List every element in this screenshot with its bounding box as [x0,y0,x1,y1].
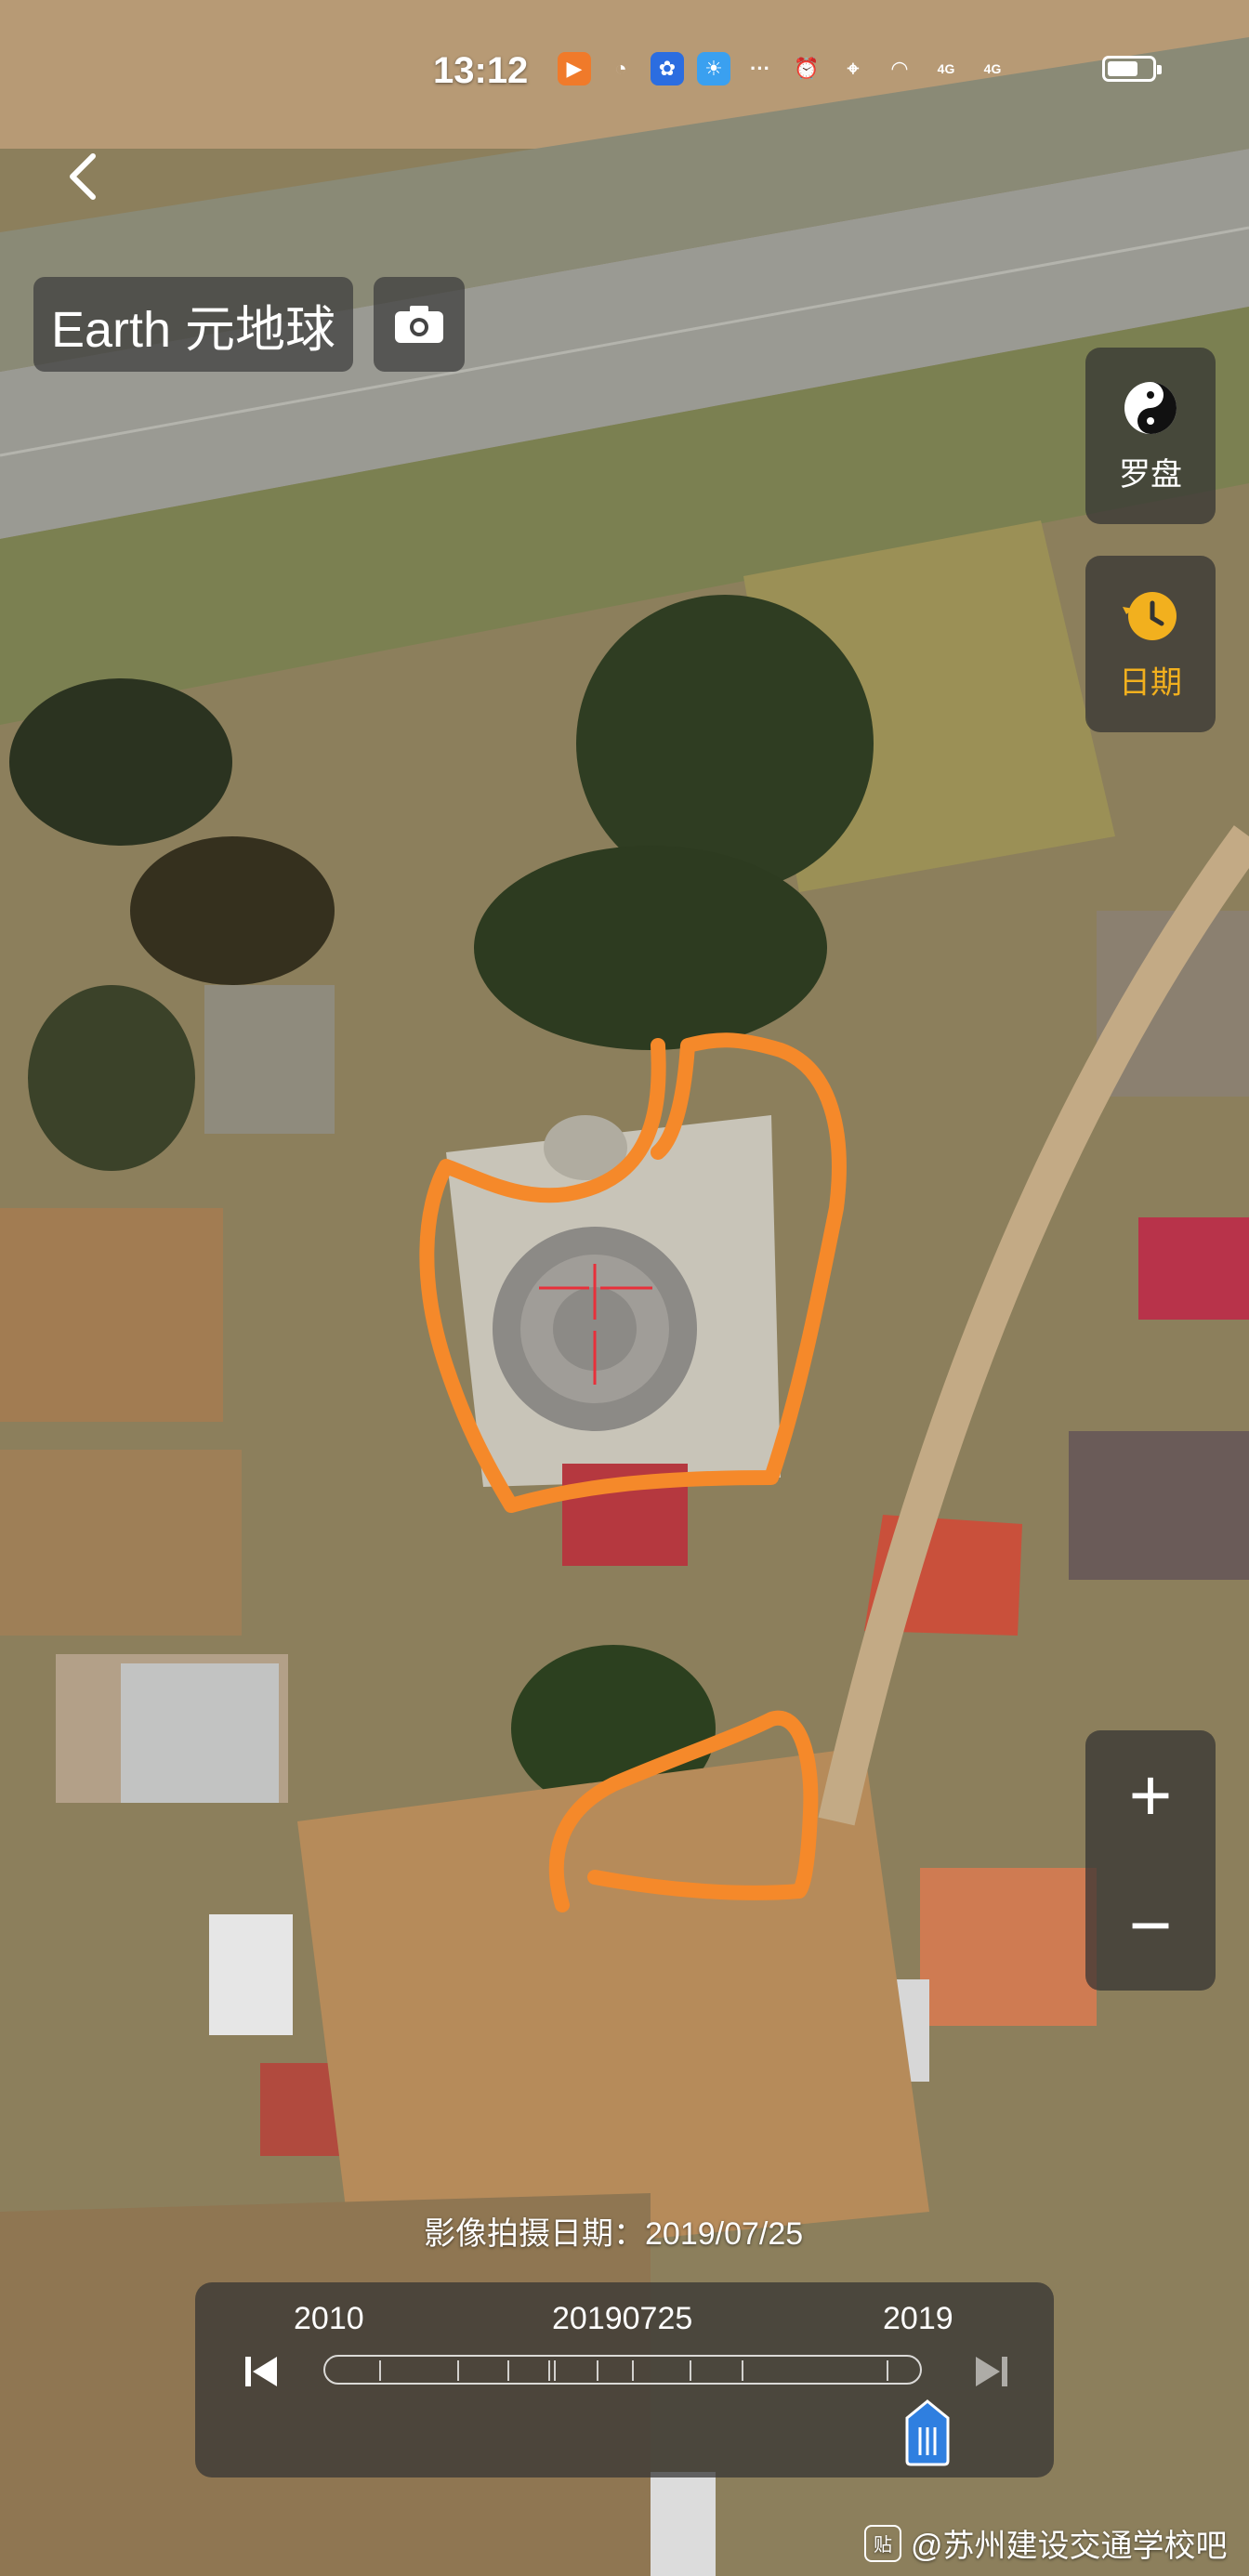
more-dots-icon: ··· [750,57,770,80]
app-notification-icon: ▶ [558,52,591,85]
zoom-out-button[interactable]: − [1085,1860,1216,1991]
weather-icon: ☀ [697,52,730,85]
zoom-control: + − [1085,1730,1216,1991]
date-label: 日期 [1119,664,1182,701]
chat-icon: ◔ [614,57,627,80]
timeline-end-year: 2019 [883,2301,953,2336]
satellite-map[interactable] [0,0,1249,2576]
zoom-in-button[interactable]: + [1085,1730,1216,1860]
compass-label: 罗盘 [1119,456,1182,493]
timeline-track[interactable] [323,2355,922,2385]
camera-button[interactable] [374,277,465,372]
date-button[interactable]: 日期 [1085,556,1216,732]
timeline-handle[interactable] [901,2399,953,2466]
capture-date-caption: 影像拍摄日期：2019/07/25 [424,2216,804,2252]
back-arrow-icon[interactable] [56,149,112,204]
zoom-in-icon: + [1128,1754,1173,1836]
skip-to-start-icon[interactable] [240,2349,284,2394]
timeline-panel: 2010 20190725 2019 [195,2282,1054,2477]
compass-button[interactable]: 罗盘 [1085,348,1216,524]
signal-icon-1: 4G [937,61,955,76]
skip-to-end-icon[interactable] [968,2349,1013,2394]
baidu-icon: ✿ [651,52,684,85]
watermark-text: @苏州建设交通学校吧 [911,2529,1228,2564]
tieba-logo-icon: 贴 [864,2524,901,2562]
clock-history-icon [1123,591,1177,640]
app-title: Earth 元地球 [50,301,336,358]
watermark: 贴 @苏州建设交通学校吧 [864,2520,1228,2566]
app-title-chip: Earth 元地球 [33,277,353,372]
signal-icon-2: 4G [983,61,1002,76]
timeline-start-year: 2010 [294,2301,364,2336]
location-icon: ⌖ [847,57,860,80]
wifi-icon: ◠ [891,57,908,80]
camera-icon [395,306,443,343]
zoom-out-icon: − [1128,1884,1173,1966]
status-icons: ▶ ◔ ✿ ☀ ··· ⏰ ⌖ ◠ 4G 4G [558,52,1009,85]
timeline-current-date: 20190725 [552,2301,693,2336]
battery-icon [1102,56,1162,82]
alarm-icon: ⏰ [794,57,820,80]
yin-yang-icon [1124,381,1177,434]
status-time: 13:12 [433,50,529,91]
status-bar: 13:12 ▶ ◔ ✿ ☀ ··· ⏰ ⌖ ◠ 4G 4G [0,45,1249,100]
